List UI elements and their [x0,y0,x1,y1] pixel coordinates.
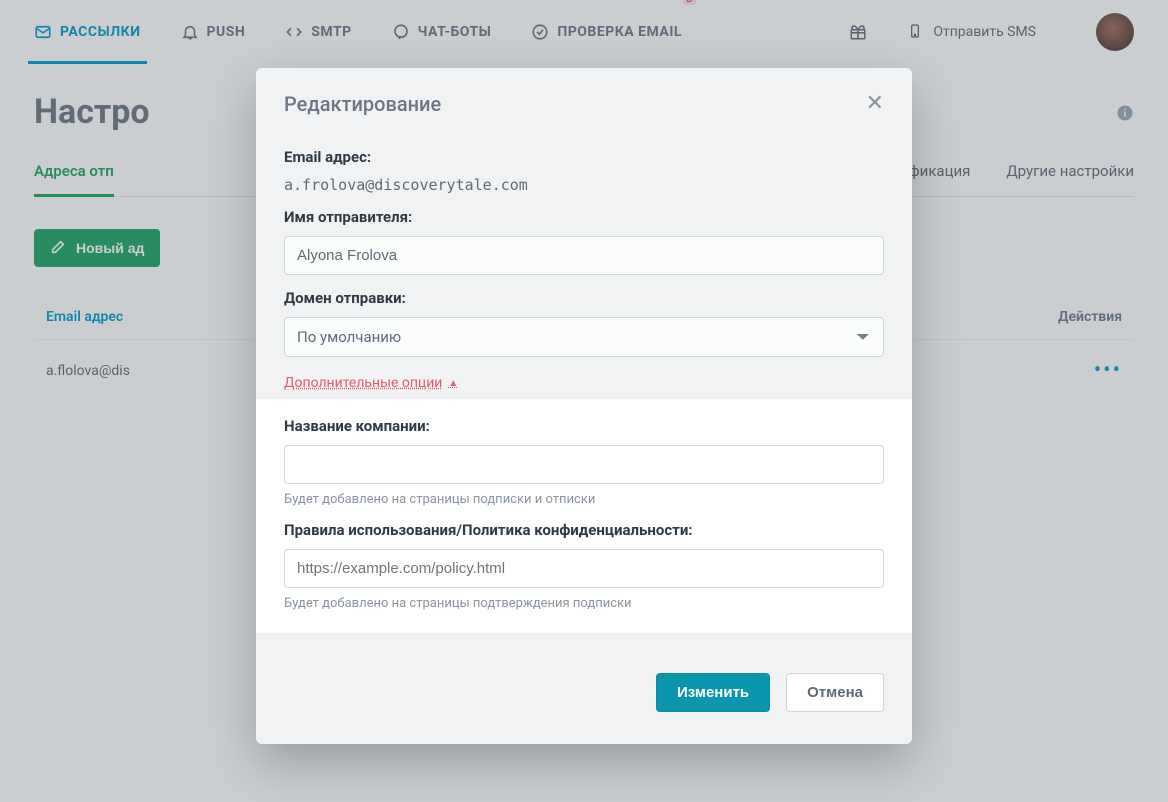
policy-input[interactable] [284,549,884,588]
email-label: Email адрес: [284,148,884,166]
save-button[interactable]: Изменить [656,673,770,712]
domain-label: Домен отправки: [284,289,884,307]
sender-name-label: Имя отправителя: [284,208,884,226]
policy-label: Правила использования/Политика конфиденц… [284,521,884,539]
modal-title: Редактирование [284,92,441,116]
company-hint: Будет добавлено на страницы подписки и о… [284,492,884,507]
advanced-options-label: Дополнительные опции [284,375,442,391]
company-label: Название компании: [284,417,884,435]
advanced-options-toggle[interactable]: Дополнительные опции ▲ [284,375,458,391]
advanced-panel: Название компании: Будет добавлено на ст… [256,399,912,633]
edit-sender-modal: Редактирование ✕ Email адрес: a.frolova@… [256,68,912,744]
email-value: a.frolova@discoverytale.com [284,176,884,194]
domain-select[interactable]: По умолчанию [284,317,884,357]
caret-up-icon: ▲ [448,378,458,389]
sender-name-input[interactable] [284,236,884,275]
company-input[interactable] [284,445,884,484]
policy-hint: Будет добавлено на страницы подтверждени… [284,596,884,611]
close-icon[interactable]: ✕ [866,93,884,115]
cancel-button[interactable]: Отмена [786,673,884,712]
